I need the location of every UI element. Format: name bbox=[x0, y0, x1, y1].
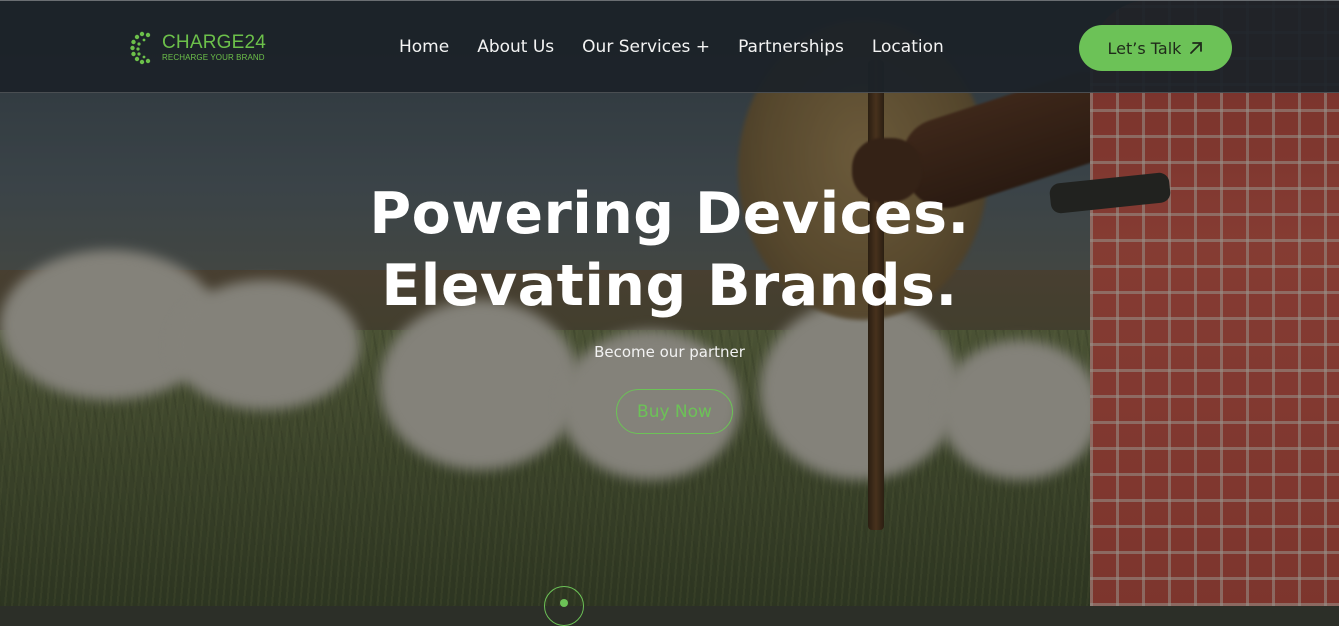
buy-now-button[interactable]: Buy Now bbox=[616, 389, 733, 434]
nav-item-home[interactable]: Home bbox=[399, 37, 449, 57]
charge-logo-icon bbox=[130, 31, 151, 65]
brand-tagline: RECHARGE YOUR BRAND bbox=[162, 53, 265, 62]
nav-item-our-services[interactable]: Our Services + bbox=[582, 37, 710, 57]
hero-subtitle: Become our partner bbox=[594, 343, 745, 361]
hero-title-line-1: Powering Devices. bbox=[369, 181, 970, 247]
nav-item-location[interactable]: Location bbox=[872, 37, 944, 57]
main-nav: Home About Us Our Services + Partnership… bbox=[399, 37, 972, 57]
scroll-down-icon[interactable] bbox=[544, 586, 584, 626]
nav-item-about-us[interactable]: About Us bbox=[477, 37, 554, 57]
arrow-up-right-icon bbox=[1190, 42, 1203, 54]
lets-talk-button[interactable]: Let’s Talk bbox=[1079, 25, 1232, 71]
lets-talk-label: Let’s Talk bbox=[1107, 38, 1182, 58]
hero-title: Powering Devices. Elevating Brands. bbox=[0, 178, 1339, 322]
brand-logo[interactable]: CHARGE24 RECHARGE YOUR BRAND bbox=[130, 31, 266, 65]
nav-item-partnerships[interactable]: Partnerships bbox=[738, 37, 844, 57]
brand-name: CHARGE24 bbox=[162, 32, 267, 53]
site-header: CHARGE24 RECHARGE YOUR BRAND Home About … bbox=[0, 0, 1339, 93]
hero-title-line-2: Elevating Brands. bbox=[381, 253, 958, 319]
